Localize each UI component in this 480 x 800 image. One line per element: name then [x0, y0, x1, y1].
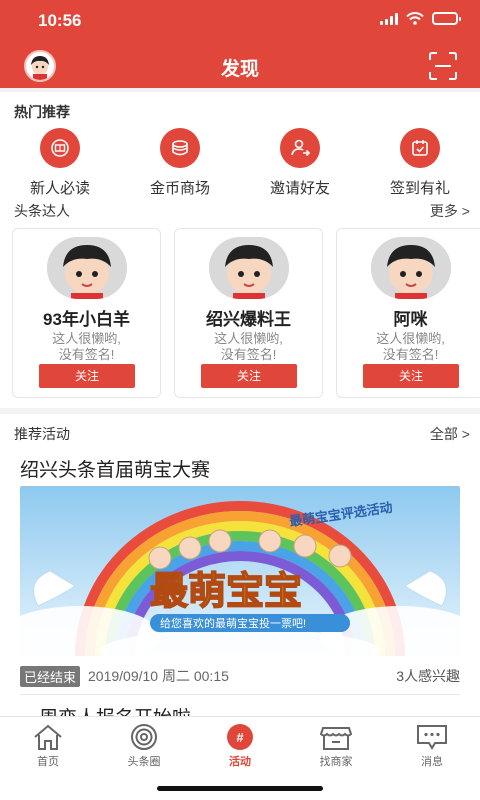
quick-coin-mall[interactable]: 金币商场 [120, 128, 240, 198]
coins-icon [160, 128, 200, 168]
tab-label: 首页 [37, 756, 59, 768]
invite-user-icon [280, 128, 320, 168]
follow-button[interactable]: 关注 [201, 364, 297, 388]
expert-signature: 这人很懒哟, 没有签名! [13, 331, 160, 363]
home-icon [34, 724, 62, 750]
quick-label: 邀请好友 [269, 180, 330, 197]
tab-messages[interactable]: 消息 [397, 723, 467, 769]
signature-line: 没有签名! [220, 347, 277, 362]
signature-line: 没有签名! [58, 347, 115, 362]
follow-button[interactable]: 关注 [363, 364, 459, 388]
expert-card[interactable]: 阿咪 这人很懒哟, 没有签名! 关注 [336, 228, 480, 398]
tab-circle[interactable]: 头条圈 [109, 723, 179, 769]
target-icon [131, 724, 157, 750]
activities-section-title: 推荐活动 [14, 426, 70, 442]
tab-label: 活动 [229, 756, 251, 768]
app-header: 10:56 发现 [0, 0, 480, 88]
scan-icon[interactable] [428, 51, 458, 81]
wifi-icon [406, 12, 424, 25]
activity-banner[interactable]: 最萌宝宝评选活动 最萌宝宝 给您喜欢的最萌宝宝投一票吧! [20, 486, 460, 656]
signal-icon [380, 12, 398, 25]
tab-home[interactable]: 首页 [13, 723, 83, 769]
expert-name: 93年小白羊 [43, 310, 130, 329]
quick-newbie[interactable]: 新人必读 [0, 128, 120, 198]
activities-all-link[interactable]: 全部 > [430, 424, 470, 444]
expert-avatar [371, 237, 451, 299]
signature-line: 这人很懒哟, [214, 331, 283, 346]
expert-card[interactable]: 绍兴爆料王 这人很懒哟, 没有签名! 关注 [174, 228, 323, 398]
expert-avatar [47, 237, 127, 299]
chat-icon [417, 725, 447, 750]
page-title: 发现 [220, 59, 259, 80]
battery-icon [432, 12, 461, 25]
expert-signature: 这人很懒哟, 没有签名! [337, 331, 480, 363]
signature-line: 没有签名! [382, 347, 439, 362]
hot-section-title: 热门推荐 [14, 104, 70, 120]
status-time: 10:56 [38, 11, 82, 30]
expert-name: 阿咪 [393, 310, 428, 329]
signature-line: 这人很懒哟, [376, 331, 445, 346]
quick-label: 金币商场 [149, 180, 210, 197]
quick-label: 签到有礼 [389, 180, 450, 197]
banner-main-text: 最萌宝宝 [150, 571, 302, 613]
status-icons [380, 12, 461, 25]
follow-button[interactable]: 关注 [39, 364, 135, 388]
quick-checkin[interactable]: 签到有礼 [360, 128, 480, 198]
hash-icon: # [227, 724, 253, 750]
activity-date: 2019/09/10 周二 00:15 [88, 668, 229, 684]
interest-count: 3人感兴趣 [396, 668, 460, 684]
expert-name: 绍兴爆料王 [206, 310, 291, 329]
expert-card[interactable]: 93年小白羊 这人很懒哟, 没有签名! 关注 [12, 228, 161, 398]
expert-avatar [209, 237, 289, 299]
quick-invite[interactable]: 邀请好友 [240, 128, 360, 198]
experts-more-link[interactable]: 更多 > [430, 201, 470, 221]
experts-section-title: 头条达人 [14, 203, 70, 219]
book-icon [40, 128, 80, 168]
svg-text:#: # [236, 730, 244, 745]
store-icon [319, 727, 353, 750]
tab-merchants[interactable]: 找商家 [301, 723, 371, 769]
status-bar: 10:56 [0, 0, 480, 44]
tab-label: 头条圈 [127, 756, 161, 768]
banner-sub-text: 给您喜欢的最萌宝宝投一票吧! [160, 616, 306, 630]
status-badge: 已经结束 [20, 665, 81, 687]
home-indicator [157, 786, 323, 791]
tab-label: 消息 [421, 756, 443, 768]
activity-meta: 已经结束 2019/09/10 周二 00:15 3人感兴趣 [20, 665, 460, 687]
activity-title[interactable]: 绍兴头条首届萌宝大赛 [20, 455, 210, 482]
calendar-check-icon [400, 128, 440, 168]
nav-bar: 发现 [0, 44, 480, 88]
experts-cards: 93年小白羊 这人很懒哟, 没有签名! 关注 绍兴爆料王 这人很懒哟, 没有签名! … [12, 228, 480, 398]
tab-activity[interactable]: # 活动 [205, 723, 275, 769]
expert-signature: 这人很懒哟, 没有签名! [175, 331, 322, 363]
tab-label: 找商家 [319, 756, 353, 768]
divider [20, 694, 460, 695]
signature-line: 这人很懒哟, [52, 331, 121, 346]
quick-entries: 新人必读 金币商场 邀请好友 签到有礼 [0, 128, 480, 198]
quick-label: 新人必读 [29, 180, 90, 197]
